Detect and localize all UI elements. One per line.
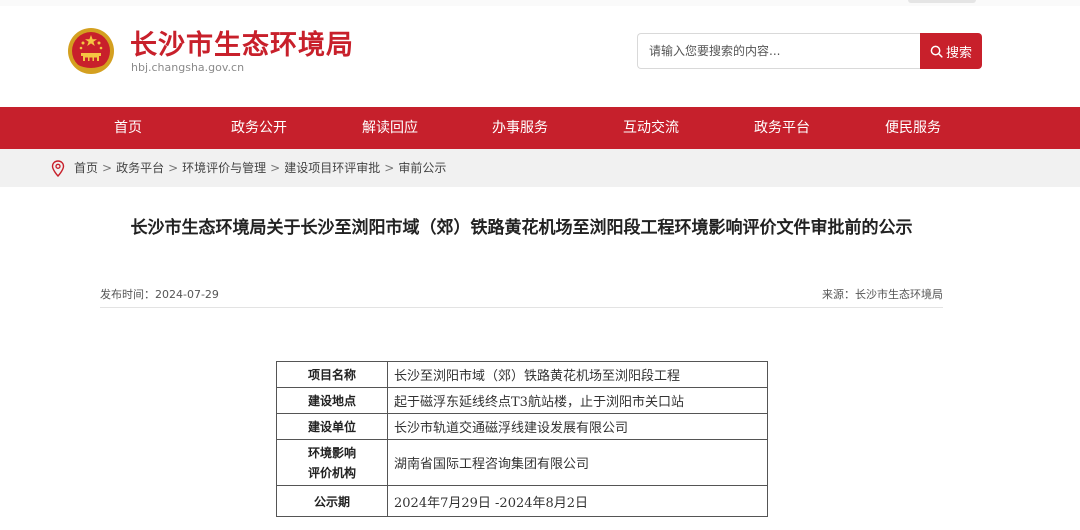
- nav-item-gov-affairs[interactable]: 政务公开: [204, 107, 314, 149]
- breadcrumb-separator: >: [102, 161, 113, 175]
- site-domain: hbj.changsha.gov.cn: [131, 61, 245, 74]
- table-key-builder: 建设单位: [276, 413, 388, 440]
- search-button[interactable]: 搜索: [920, 33, 982, 69]
- table-value-notice-period: 2024年7月29日 -2024年8月2日: [387, 485, 768, 517]
- breadcrumb-item-gov-platform[interactable]: 政务平台: [116, 161, 164, 175]
- nav-item-home[interactable]: 首页: [73, 107, 183, 149]
- top-utility-tab[interactable]: [908, 0, 976, 3]
- table-row: 环境影响 评价机构 湖南省国际工程咨询集团有限公司: [276, 439, 768, 486]
- breadcrumb-separator: >: [384, 161, 395, 175]
- nav-item-convenience[interactable]: 便民服务: [858, 107, 968, 149]
- table-value-location: 起于磁浮东延线终点T3航站楼，止于浏阳市关口站: [387, 387, 768, 414]
- main-nav: 首页 政务公开 解读回应 办事服务 互动交流 政务平台 便民服务: [0, 107, 1080, 149]
- table-key-eia-agency: 环境影响 评价机构: [276, 439, 388, 486]
- breadcrumb: 首页 > 政务平台 > 环境评价与管理 > 建设项目环评审批 > 审前公示: [74, 160, 446, 177]
- location-pin-icon: [51, 160, 65, 177]
- nav-item-interaction[interactable]: 互动交流: [596, 107, 706, 149]
- table-row: 建设单位 长沙市轨道交通磁浮线建设发展有限公司: [276, 413, 768, 440]
- table-row: 建设地点 起于磁浮东延线终点T3航站楼，止于浏阳市关口站: [276, 387, 768, 414]
- table-value-builder: 长沙市轨道交通磁浮线建设发展有限公司: [387, 413, 768, 440]
- table-key-project-name: 项目名称: [276, 361, 388, 388]
- table-value-eia-agency: 湖南省国际工程咨询集团有限公司: [387, 439, 768, 486]
- breadcrumb-item-home[interactable]: 首页: [74, 161, 98, 175]
- table-value-project-name: 长沙至浏阳市域（郊）铁路黄花机场至浏阳段工程: [387, 361, 768, 388]
- search-icon: [930, 45, 943, 58]
- table-key-eia-agency-line1: 环境影响: [307, 445, 356, 460]
- publish-time: 发布时间：2024-07-29: [100, 288, 219, 301]
- meta-divider: [100, 307, 943, 308]
- breadcrumb-item-env-assessment[interactable]: 环境评价与管理: [182, 161, 266, 175]
- article-title: 长沙市生态环境局关于长沙至浏阳市域（郊）铁路黄花机场至浏阳段工程环境影响评价文件…: [130, 218, 913, 238]
- table-key-notice-period: 公示期: [276, 485, 388, 517]
- breadcrumb-item-pre-approval-notice[interactable]: 审前公示: [398, 161, 446, 175]
- breadcrumb-separator: >: [168, 161, 179, 175]
- table-key-location: 建设地点: [276, 387, 388, 414]
- project-info-table: 项目名称 长沙至浏阳市域（郊）铁路黄花机场至浏阳段工程 建设地点 起于磁浮东延线…: [276, 361, 768, 517]
- table-row: 公示期 2024年7月29日 -2024年8月2日: [276, 485, 768, 517]
- breadcrumb-separator: >: [270, 161, 281, 175]
- nav-item-interpretation[interactable]: 解读回应: [335, 107, 445, 149]
- article-source: 来源：长沙市生态环境局: [822, 288, 943, 301]
- search-input[interactable]: 请输入您要搜索的内容...: [637, 33, 921, 69]
- national-emblem-icon: [68, 28, 114, 74]
- table-row: 项目名称 长沙至浏阳市域（郊）铁路黄花机场至浏阳段工程: [276, 361, 768, 388]
- nav-item-services[interactable]: 办事服务: [465, 107, 575, 149]
- breadcrumb-item-project-approval[interactable]: 建设项目环评审批: [284, 161, 380, 175]
- nav-item-gov-platform[interactable]: 政务平台: [727, 107, 837, 149]
- table-key-eia-agency-line2: 评价机构: [307, 465, 356, 480]
- search-button-label: 搜索: [945, 45, 972, 61]
- site-title[interactable]: 长沙市生态环境局: [130, 30, 354, 62]
